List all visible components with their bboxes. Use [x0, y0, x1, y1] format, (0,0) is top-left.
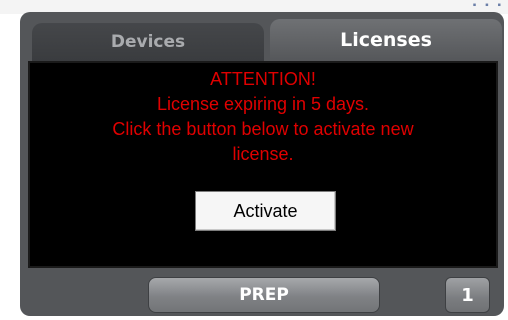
tab-devices-label: Devices — [110, 32, 186, 52]
license-panel: Devices Licenses ATTENTION! License expi… — [20, 12, 504, 316]
prep-button[interactable]: PREP — [148, 277, 380, 313]
tab-licenses-label: Licenses — [340, 29, 432, 51]
expiry-text: License expiring in 5 days. — [156, 94, 370, 114]
activate-button-label: Activate — [233, 200, 298, 221]
license-content-area: ATTENTION! License expiring in 5 days. C… — [28, 61, 498, 268]
tab-licenses[interactable]: Licenses — [270, 19, 502, 61]
tab-devices[interactable]: Devices — [32, 23, 264, 61]
bottom-bar: PREP 1 — [20, 268, 504, 316]
instruction-text-continued: license. — [232, 144, 294, 164]
activate-button[interactable]: Activate — [195, 191, 336, 231]
attention-heading: ATTENTION! — [210, 69, 316, 89]
prep-button-label: PREP — [239, 285, 289, 305]
license-expiry-message: ATTENTION! License expiring in 5 days. C… — [30, 67, 496, 167]
instruction-text: Click the button below to activate new — [112, 119, 414, 139]
page-number-label: 1 — [461, 284, 474, 306]
page-number-button[interactable]: 1 — [445, 277, 490, 313]
background-window-fragment: ▪ ▪ ▪ — [472, 0, 504, 11]
